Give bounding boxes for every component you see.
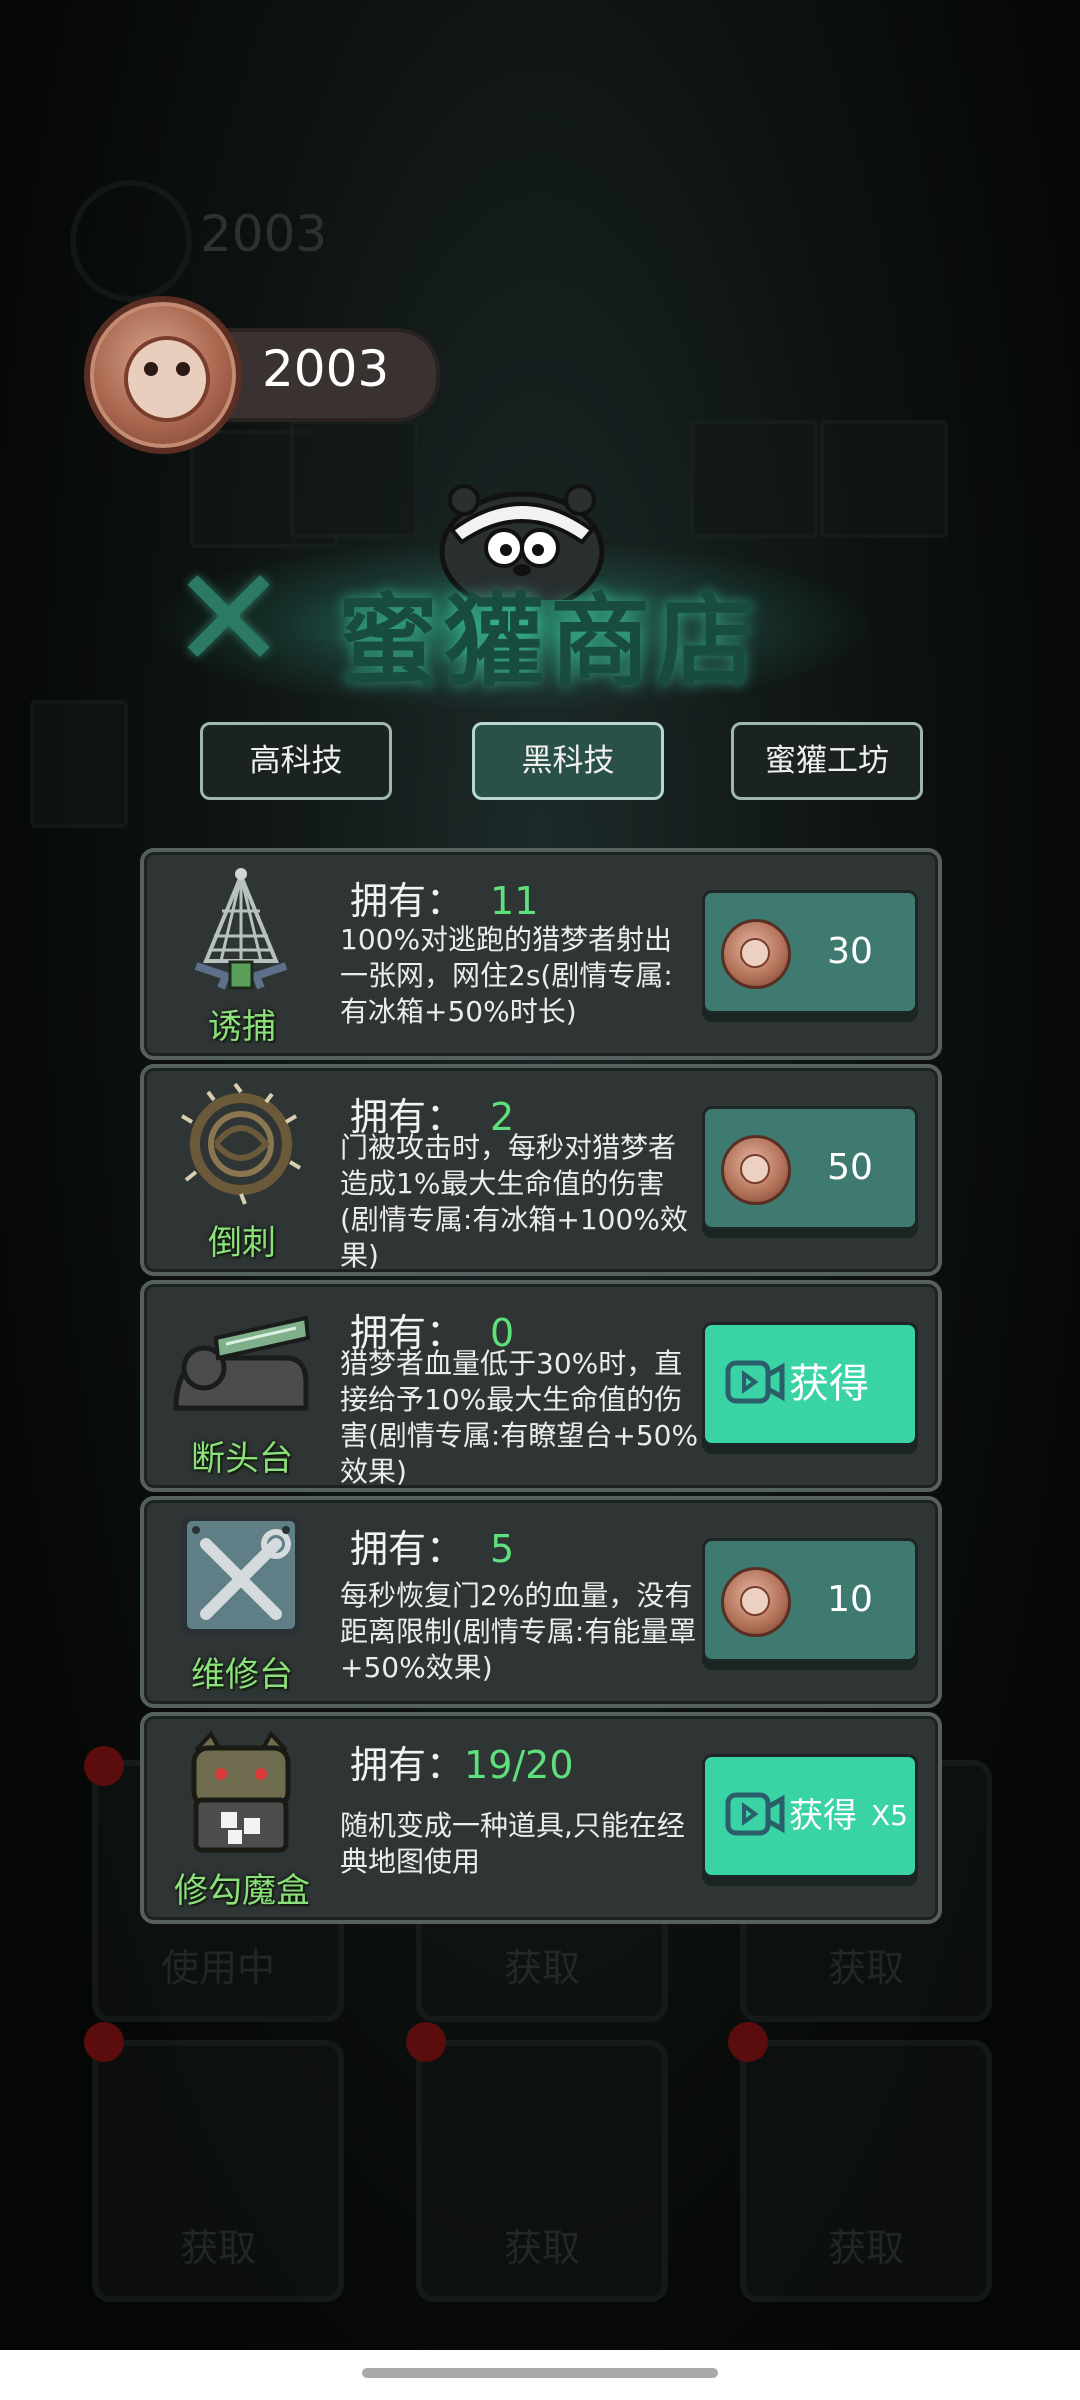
- shop-item-guillotine: 断头台 拥有： 0 猎梦者血量低于30%时，直接给予10%最大生命值的伤害(剧情专…: [140, 1280, 942, 1492]
- background-window: [820, 420, 948, 538]
- dog-mystery-box-icon: [191, 1730, 291, 1853]
- video-camera-icon: [725, 1360, 785, 1404]
- coin-balance: 2003: [262, 340, 390, 398]
- background-card-label: 获取: [179, 2226, 256, 2270]
- price: 50: [827, 1147, 873, 1188]
- repair-tools-icon: [181, 1515, 301, 1635]
- get-label: 获得: [789, 1796, 857, 1836]
- owned-count: 拥有： 11: [350, 870, 538, 925]
- video-camera-icon: [725, 1792, 785, 1836]
- badger-coin-icon: [721, 1135, 791, 1205]
- background-coin-icon: [70, 180, 192, 302]
- price: 10: [827, 1579, 873, 1620]
- buy-with-coins-button[interactable]: 50: [702, 1106, 918, 1230]
- shop-item-net-trap: 诱捕 拥有： 11 100%对逃跑的猎梦者射出一张网，网住2s(剧情专属:有冰箱+…: [140, 848, 942, 1060]
- owned-value: 19/20: [464, 1743, 574, 1787]
- shop-item-mystery-box: 修勾魔盒 拥有：19/20 随机变成一种道具,只能在经典地图使用 获得 X5: [140, 1712, 942, 1924]
- notification-dot: [84, 1746, 124, 1786]
- buy-with-coins-button[interactable]: 30: [702, 890, 918, 1014]
- watch-ad-get-button[interactable]: 获得: [702, 1322, 918, 1446]
- tab-black-tech[interactable]: 黑科技: [472, 722, 664, 800]
- item-description: 每秒恢复门2%的血量，没有距离限制(剧情专属:有能量罩+50%效果): [340, 1579, 697, 1684]
- notification-dot: [728, 2022, 768, 2062]
- background-window: [690, 420, 818, 538]
- background-card-label: 使用中: [160, 1946, 275, 1990]
- get-label: 获得: [789, 1361, 869, 1407]
- background-window: [290, 420, 418, 538]
- background-card: 获取: [92, 2040, 344, 2302]
- shop-item-repair-station: 维修台 拥有： 5 每秒恢复门2%的血量，没有距离限制(剧情专属:有能量罩+50%…: [140, 1496, 942, 1708]
- thorn-wreath-icon: [180, 1082, 302, 1205]
- badger-coin-icon: [84, 296, 242, 454]
- notification-dot: [84, 2022, 124, 2062]
- tab-badger-workshop[interactable]: 蜜獾工坊: [731, 722, 923, 800]
- owned-label: 拥有：: [350, 1743, 465, 1787]
- item-name: 修勾魔盒: [174, 1871, 310, 1911]
- watch-ad-get-x5-button[interactable]: 获得 X5: [702, 1754, 918, 1878]
- notification-dot: [406, 2022, 446, 2062]
- background-coin-count: 2003: [200, 205, 328, 263]
- item-name: 诱捕: [208, 1007, 276, 1047]
- owned-label: 拥有：: [350, 1527, 465, 1571]
- multiplier-label: X5: [871, 1799, 908, 1832]
- owned-value: 11: [490, 879, 539, 923]
- item-name: 断头台: [191, 1439, 293, 1479]
- price: 30: [827, 931, 873, 972]
- background-card-label: 获取: [827, 2226, 904, 2270]
- item-description: 100%对逃跑的猎梦者射出一张网，网住2s(剧情专属:有冰箱+50%时长): [340, 923, 673, 1028]
- shop-title: 蜜獾商店: [338, 583, 762, 700]
- badger-coin-icon: [721, 919, 791, 989]
- buy-with-coins-button[interactable]: 10: [702, 1538, 918, 1662]
- item-description: 猎梦者血量低于30%时，直接给予10%最大生命值的伤害(剧情专属:有瞭望台+50…: [340, 1347, 699, 1488]
- background-card: 获取: [740, 2040, 992, 2302]
- background-window: [30, 700, 128, 828]
- background-card-label: 获取: [827, 1946, 904, 1990]
- background-card-label: 获取: [503, 2226, 580, 2270]
- item-name: 倒刺: [208, 1223, 276, 1263]
- item-description: 随机变成一种道具,只能在经典地图使用: [340, 1809, 685, 1878]
- tab-high-tech[interactable]: 高科技: [200, 722, 392, 800]
- badger-coin-icon: [721, 1567, 791, 1637]
- close-icon[interactable]: ✕: [170, 550, 287, 690]
- background-card-label: 获取: [503, 1946, 580, 1990]
- guillotine-icon: [173, 1315, 311, 1411]
- item-description: 门被攻击时，每秒对猎梦者造成1%最大生命值的伤害(剧情专属:有冰箱+100%效果…: [340, 1131, 688, 1272]
- owned-label: 拥有：: [350, 879, 465, 923]
- owned-count: 拥有： 5: [350, 1518, 514, 1573]
- shop-item-barb: 倒刺 拥有： 2 门被攻击时，每秒对猎梦者造成1%最大生命值的伤害(剧情专属:有冰…: [140, 1064, 942, 1276]
- item-name: 维修台: [191, 1655, 293, 1695]
- background-card: 获取: [416, 2040, 668, 2302]
- owned-count: 拥有：19/20: [350, 1734, 574, 1789]
- owned-value: 5: [490, 1527, 515, 1571]
- home-indicator[interactable]: [362, 2368, 718, 2378]
- net-trap-icon: [194, 868, 288, 990]
